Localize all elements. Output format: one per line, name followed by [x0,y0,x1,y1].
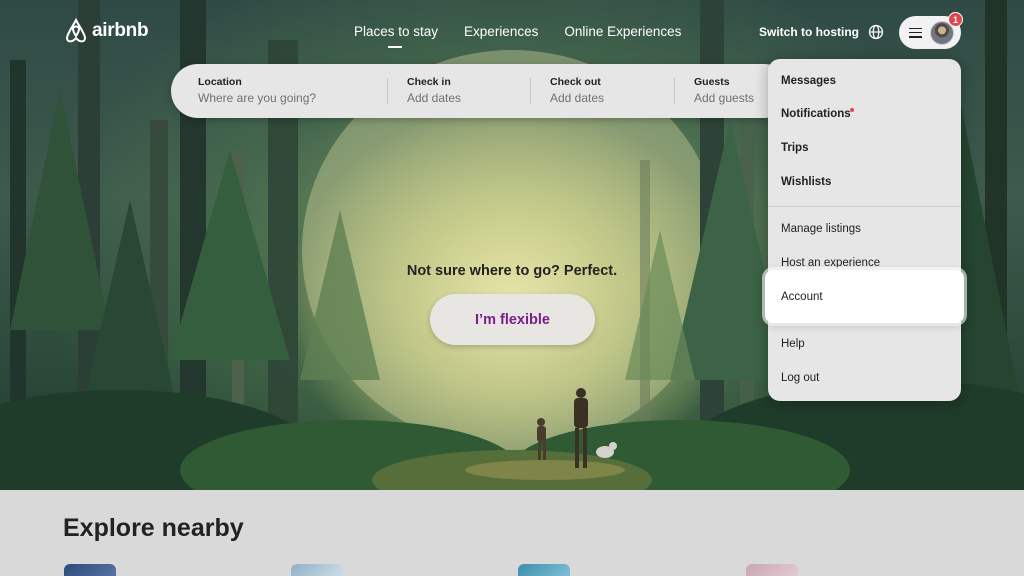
explore-nearby-heading: Explore nearby [63,514,244,542]
nearby-thumbnail[interactable] [746,564,798,576]
menu-item-wishlists[interactable]: Wishlists [781,176,831,188]
user-dropdown-menu: Messages Notifications Trips Wishlists M… [768,59,961,401]
tab-online-experiences[interactable]: Online Experiences [564,24,681,39]
location-placeholder: Where are you going? [198,91,317,105]
im-flexible-button[interactable]: I’m flexible [430,294,595,345]
check-in-label: Check in [407,76,451,88]
search-divider [387,78,388,104]
search-divider [530,78,531,104]
guests-placeholder: Add guests [694,91,755,105]
check-out-field[interactable]: Check out Add dates [550,76,604,105]
search-divider [674,78,675,104]
switch-to-hosting-link[interactable]: Switch to hosting [759,25,859,39]
guests-field[interactable]: Guests Add guests [694,76,754,105]
nearby-thumbnail[interactable] [291,564,343,576]
menu-item-manage-listings[interactable]: Manage listings [781,223,861,235]
check-in-field[interactable]: Check in Add dates [407,76,461,105]
nearby-thumbnail[interactable] [518,564,570,576]
menu-item-help[interactable]: Help [781,338,805,350]
notification-badge: 1 [948,12,963,27]
menu-item-account-highlight[interactable]: Account [765,270,964,323]
airbnb-icon [65,18,87,43]
tab-experiences[interactable]: Experiences [464,24,538,39]
menu-divider [768,206,961,207]
tab-places-to-stay[interactable]: Places to stay [354,24,438,48]
check-out-label: Check out [550,76,601,88]
brand-name: airbnb [92,20,149,41]
location-label: Location [198,76,242,88]
check-out-placeholder: Add dates [550,91,605,105]
menu-divider [768,324,961,325]
main-nav-tabs: Places to stay Experiences Online Experi… [354,24,681,48]
location-field[interactable]: Location Where are you going? [198,76,316,105]
menu-item-trips[interactable]: Trips [781,142,808,154]
menu-item-account[interactable]: Account [781,291,823,303]
menu-item-log-out[interactable]: Log out [781,372,819,384]
nearby-thumbnail[interactable] [64,564,116,576]
menu-item-notifications[interactable]: Notifications [781,108,851,120]
hamburger-icon [909,27,922,38]
notification-dot [850,108,854,112]
guests-label: Guests [694,76,730,88]
search-bar: Location Where are you going? Check in A… [171,64,791,118]
globe-icon[interactable] [868,24,884,40]
check-in-placeholder: Add dates [407,91,462,105]
menu-item-messages[interactable]: Messages [781,75,836,87]
menu-item-host-an-experience[interactable]: Host an experience [781,257,880,269]
airbnb-logo[interactable]: airbnb [64,18,149,44]
